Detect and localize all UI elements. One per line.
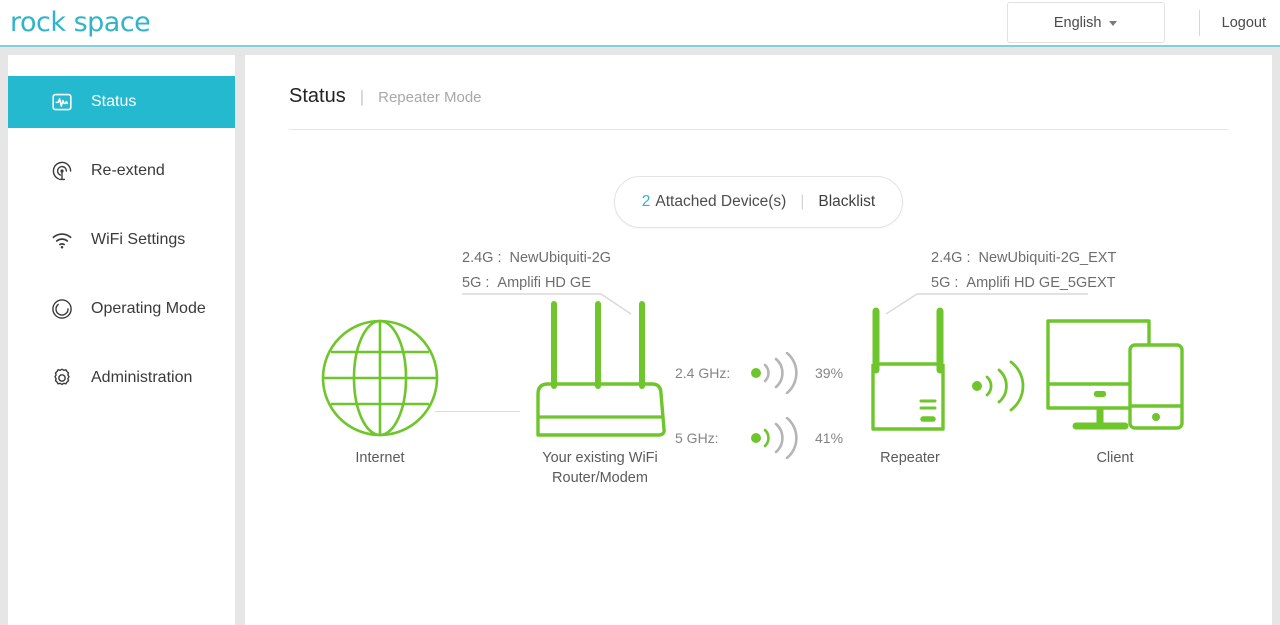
breadcrumb: Status | Repeater Mode <box>245 55 1272 108</box>
sidebar-item-status[interactable]: Status <box>8 76 235 128</box>
globe-icon <box>321 319 439 437</box>
node-client <box>1045 318 1185 443</box>
signal-strength-icon-24ghz <box>751 352 798 394</box>
router-ssid-5g: 5G : Amplifi HD GE <box>462 271 611 296</box>
language-selector[interactable]: English <box>1006 2 1165 43</box>
node-router-label: Your existing WiFi Router/Modem <box>510 448 690 488</box>
router-ssid-block: 2.4G : NewUbiquiti-2G 5G : Amplifi HD GE <box>462 246 611 296</box>
client-devices-icon <box>1046 319 1184 430</box>
node-router-label-line1: Your existing WiFi <box>542 450 658 466</box>
sidebar-item-label: Operating Mode <box>91 300 206 317</box>
node-router-label-line2: Router/Modem <box>552 470 648 486</box>
sidebar-item-administration[interactable]: Administration <box>8 352 235 404</box>
signal-row-24ghz: 2.4 GHz: 39% <box>675 352 843 394</box>
layout-gutter <box>235 55 245 625</box>
repeater-ssid-5g-key: 5G : <box>931 275 959 291</box>
circle-mode-icon <box>50 297 74 321</box>
node-internet-label: Internet <box>355 450 405 466</box>
router-ssid-24g: 2.4G : NewUbiquiti-2G <box>462 246 611 271</box>
sidebar-item-label: Re-extend <box>91 162 165 179</box>
network-topology-diagram: 2.4G : NewUbiquiti-2G 5G : Amplifi HD GE 2… <box>245 240 1272 540</box>
sidebar-item-label: WiFi Settings <box>91 231 186 248</box>
app-header: rock space English Logout <box>0 0 1280 47</box>
repeater-ssid-block: 2.4G : NewUbiquiti-2G_EXT 5G : Amplifi HD … <box>931 246 1116 296</box>
sidebar: Status Re-extend WiFi Settings Operating… <box>8 55 235 625</box>
page-subtitle: Repeater Mode <box>378 89 482 106</box>
pill-separator: | <box>800 193 805 210</box>
gear-icon <box>50 366 74 390</box>
chevron-down-icon <box>1109 21 1118 26</box>
router-ssid-24g-key: 2.4G : <box>462 250 502 266</box>
internet-router-link <box>435 411 520 412</box>
repeater-ssid-24g-value: NewUbiquiti-2G_EXT <box>978 250 1117 266</box>
node-repeater-label: Repeater <box>880 450 940 466</box>
sidebar-item-re-extend[interactable]: Re-extend <box>8 145 235 197</box>
repeater-ssid-5g: 5G : Amplifi HD GE_5GEXT <box>931 271 1116 296</box>
signal-5ghz-percent: 41% <box>815 430 844 446</box>
router-ssid-5g-key: 5G : <box>462 275 490 291</box>
signal-24ghz-percent: 39% <box>815 365 844 381</box>
app-body: Status Re-extend WiFi Settings Operating… <box>0 47 1280 625</box>
attached-devices-label[interactable]: Attached Device(s) <box>655 193 786 211</box>
node-repeater <box>855 298 965 448</box>
status-monitor-icon <box>50 90 74 114</box>
wifi-icon <box>50 228 74 252</box>
breadcrumb-separator: | <box>359 87 365 106</box>
attached-devices-bar: 2 Attached Device(s) | Blacklist <box>245 176 1272 228</box>
signal-row-5ghz: 5 GHz: 41% <box>675 417 843 459</box>
attached-devices-pill[interactable]: 2 Attached Device(s) | Blacklist <box>613 176 904 228</box>
node-router <box>530 298 670 448</box>
router-ssid-5g-value: Amplifi HD GE <box>497 275 591 291</box>
page-title: Status <box>289 85 346 107</box>
signal-strength-icon-5ghz <box>751 417 798 459</box>
repeater-ssid-24g: 2.4G : NewUbiquiti-2G_EXT <box>931 246 1116 271</box>
router-icon <box>536 301 666 437</box>
logout-button[interactable]: Logout <box>1222 15 1266 31</box>
sidebar-item-wifi-settings[interactable]: WiFi Settings <box>8 214 235 266</box>
signal-24ghz-label: 2.4 GHz: <box>675 365 731 381</box>
signal-broadcast-icon <box>50 159 74 183</box>
router-ssid-24g-value: NewUbiquiti-2G <box>509 250 612 266</box>
node-internet <box>320 318 440 443</box>
repeater-ssid-24g-key: 2.4G : <box>931 250 971 266</box>
signal-strength-icon-client-link <box>972 360 1025 412</box>
repeater-icon <box>871 307 945 431</box>
blacklist-link[interactable]: Blacklist <box>818 193 875 211</box>
brand-logo: rock space <box>10 7 151 38</box>
sidebar-item-label: Status <box>91 93 137 110</box>
node-client-label: Client <box>1096 450 1134 466</box>
page-head-divider <box>289 129 1228 130</box>
signal-5ghz-label: 5 GHz: <box>675 430 719 446</box>
content-panel: Status | Repeater Mode 2 Attached Device… <box>245 55 1272 625</box>
header-divider <box>1198 9 1200 36</box>
language-selector-label: English <box>1053 14 1102 31</box>
header-actions: English Logout <box>1006 0 1280 45</box>
sidebar-item-label: Administration <box>91 369 193 386</box>
attached-device-count: 2 <box>641 193 651 210</box>
sidebar-item-operating-mode[interactable]: Operating Mode <box>8 283 235 335</box>
repeater-ssid-5g-value: Amplifi HD GE_5GEXT <box>966 275 1116 291</box>
